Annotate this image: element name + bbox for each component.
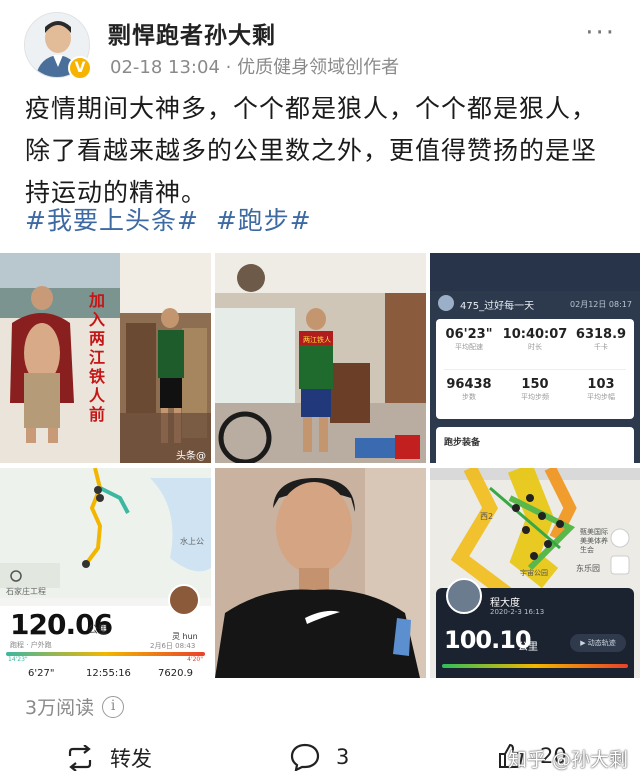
post-header: V 剽悍跑者孙大剩 02-18 13:04 · 优质健身领域创作者 ··· [0, 0, 640, 82]
activity-date: 02月12日 08:17 [570, 300, 632, 309]
map-label: 东乐园 [576, 564, 600, 573]
track-button-label: 动态轨迹 [587, 639, 616, 647]
distance-unit: 公里 [518, 642, 538, 653]
distance-unit: 公里 [88, 625, 108, 636]
user-avatar-icon [446, 578, 482, 614]
route-map-icon [0, 468, 211, 598]
map-label: 甄美国际美美体养生会 [580, 528, 608, 554]
stat-label: 时长 [528, 343, 542, 351]
comment-icon [290, 743, 320, 771]
bottom-stat: 12:55:16 [86, 668, 131, 678]
pace-min: 14'23" [8, 656, 28, 663]
read-count-text: 3万阅读 [25, 697, 95, 719]
stat-label: 步数 [462, 393, 476, 401]
post-meta: 02-18 13:04 · 优质健身领域创作者 [110, 57, 400, 78]
forward-button[interactable]: 转发 [66, 743, 152, 773]
jersey-text: 两江铁人 [303, 336, 331, 344]
stat-label: 平均步频 [521, 393, 549, 401]
hashtag-list: #我要上头条# #跑步# [25, 201, 320, 237]
pace-max: 4'20" [187, 656, 203, 663]
read-count: 3万阅读 i [25, 693, 125, 720]
stat-value: 10:40:07 [502, 327, 568, 342]
more-options-icon[interactable]: ··· [585, 18, 616, 48]
map-label: 宇宙公园 [520, 569, 548, 577]
map-label: 西2 [480, 512, 494, 521]
post-image-5[interactable] [215, 468, 426, 678]
post-image-6[interactable]: 西2 东乐园 甄美国际美美体养生会 宇宙公园 程大度 2020-2-3 16:1… [430, 468, 640, 678]
hashtag-link[interactable]: #我要上头条# [25, 206, 199, 235]
comment-button[interactable]: 3 [290, 743, 349, 771]
photo-indoor-runner-icon [215, 253, 426, 463]
user-avatar-icon [438, 295, 454, 311]
post-text: 疫情期间大神多，个个都是狼人，个个都是狠人，除了看越来越多的公里数之外，更值得赞… [25, 94, 598, 207]
image-grid: 加入两江铁人前 头条@ 两江铁人 475_过好每一天 02月12日 08:17 … [0, 253, 640, 678]
forward-label: 转发 [110, 747, 152, 771]
bottom-stat: 6'27" [28, 668, 55, 678]
verified-badge-icon: V [68, 56, 92, 80]
photo-portrait-icon [215, 468, 426, 678]
image-caption: 加入两江铁人前 [88, 291, 105, 424]
activity-user: 475_过好每一天 [460, 301, 535, 312]
bottom-stat: 7620.9 [158, 668, 193, 678]
stat-value: 06'23" [445, 327, 493, 342]
comment-count: 3 [336, 745, 350, 769]
pace-bar [6, 652, 205, 656]
post-image-3[interactable]: 475_过好每一天 02月12日 08:17 06'23" 平均配速 10:40… [430, 253, 640, 463]
run-user: 程大度 [490, 598, 520, 609]
post-image-2[interactable]: 两江铁人 [215, 253, 426, 463]
author-name[interactable]: 剽悍跑者孙大剩 [108, 16, 276, 50]
stat-label: 千卡 [594, 343, 608, 351]
stat-label: 平均步幅 [587, 393, 615, 401]
source-watermark: 知乎 @孙大剩 [508, 749, 629, 771]
track-button[interactable]: ▶ 动态轨迹 [570, 634, 626, 652]
stats-card: 06'23" 平均配速 10:40:07 时长 6318.9 千卡 96438 … [436, 319, 634, 419]
user-avatar-icon [168, 584, 200, 616]
run-type: 跑程 · 户外跑 [10, 641, 52, 649]
post-image-1[interactable]: 加入两江铁人前 头条@ [0, 253, 211, 463]
run-date: 2月6日 08:43 [150, 642, 196, 650]
pace-bar [442, 664, 628, 668]
map-label: 水上公 [180, 537, 204, 546]
stat-value: 96438 [446, 377, 492, 392]
gear-card: 跑步装备 [436, 427, 634, 463]
hashtag-link[interactable]: #跑步# [216, 206, 312, 235]
stat-label: 平均配速 [455, 343, 483, 351]
author-avatar[interactable]: V [24, 12, 92, 80]
info-icon[interactable]: i [102, 695, 125, 718]
stat-value: 103 [587, 377, 615, 392]
gear-title: 跑步装备 [444, 438, 481, 448]
image-watermark: 头条@ [176, 451, 206, 462]
run-date: 2020-2-3 16:13 [490, 608, 545, 616]
app-topbar [430, 253, 640, 291]
stat-value: 150 [521, 377, 549, 392]
map-label: 石家庄工程 [6, 587, 46, 596]
post-image-4[interactable]: 石家庄工程 水上公 120.06 公里 跑程 · 户外跑 灵 hun 2月6日 … [0, 468, 211, 678]
forward-icon [68, 745, 92, 771]
stat-value: 6318.9 [575, 327, 627, 342]
